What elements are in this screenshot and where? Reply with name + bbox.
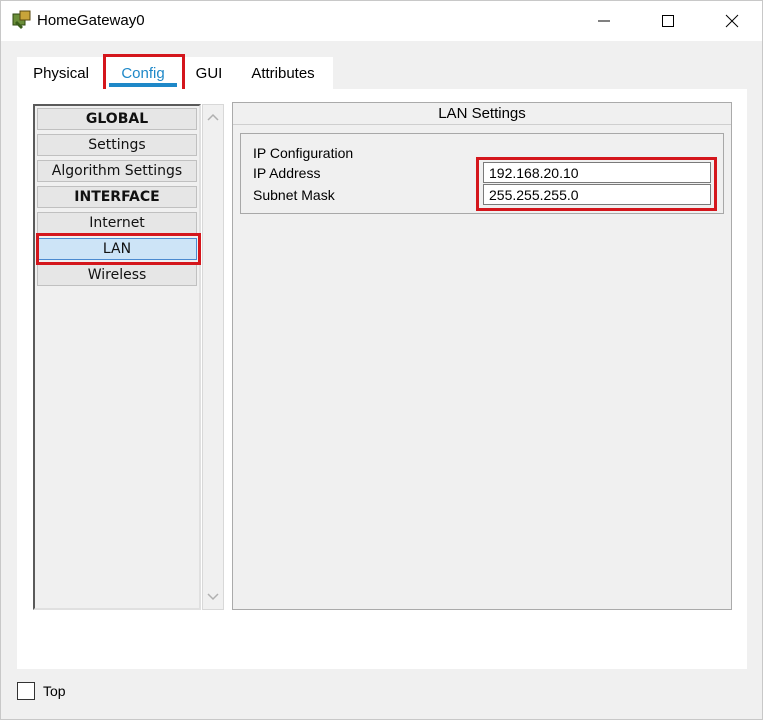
tab-physical[interactable]: Physical <box>25 57 97 89</box>
sidebar-item-label: Settings <box>88 137 146 153</box>
highlight-box-config-tab <box>103 54 185 93</box>
sidebar-list: GLOBAL Settings Algorithm Settings INTER… <box>33 104 201 610</box>
highlight-box-ip-fields <box>476 157 717 211</box>
sidebar-item-label: GLOBAL <box>85 111 149 127</box>
tab-label: Physical <box>33 64 89 82</box>
sidebar-item-label: Wireless <box>87 267 147 283</box>
sidebar-scrollbar[interactable] <box>202 104 224 610</box>
close-button[interactable] <box>709 1 755 41</box>
window-title: HomeGateway0 <box>37 12 145 29</box>
sidebar-item-label: Internet <box>89 215 145 231</box>
chevron-down-icon <box>207 593 219 601</box>
top-checkbox[interactable] <box>17 682 35 700</box>
tab-label: GUI <box>195 64 223 82</box>
scroll-down-button[interactable] <box>203 587 223 607</box>
tab-gui[interactable]: GUI <box>191 57 227 89</box>
sidebar-item-settings[interactable]: Settings <box>37 134 197 156</box>
highlight-box-lan <box>36 233 201 265</box>
maximize-icon <box>662 15 674 27</box>
router-icon <box>11 9 33 31</box>
ip-configuration-label: IP Configuration <box>253 145 354 161</box>
app-window: HomeGateway0 Physical Config GUI Attribu… <box>0 0 763 720</box>
minimize-button[interactable] <box>581 1 627 41</box>
sidebar-header-global: GLOBAL <box>37 108 197 130</box>
minimize-icon <box>598 20 610 22</box>
ip-address-label: IP Address <box>253 165 321 181</box>
top-checkbox-label: Top <box>43 683 66 699</box>
tab-attributes[interactable]: Attributes <box>241 57 325 89</box>
panel-title: LAN Settings <box>233 103 731 125</box>
sidebar-item-wireless[interactable]: Wireless <box>37 264 197 286</box>
title-bar: HomeGateway0 <box>1 1 762 41</box>
subnet-mask-label: Subnet Mask <box>253 187 335 203</box>
sidebar-item-algorithm-settings[interactable]: Algorithm Settings <box>37 160 197 182</box>
sidebar-item-label: Algorithm Settings <box>51 163 183 179</box>
scroll-up-button[interactable] <box>203 107 223 127</box>
sidebar-header-interface: INTERFACE <box>37 186 197 208</box>
sidebar-item-label: INTERFACE <box>74 189 160 205</box>
tab-label: Attributes <box>251 64 315 82</box>
chevron-up-icon <box>207 113 219 121</box>
close-icon <box>725 14 739 28</box>
maximize-button[interactable] <box>645 1 691 41</box>
sidebar-item-internet[interactable]: Internet <box>37 212 197 234</box>
